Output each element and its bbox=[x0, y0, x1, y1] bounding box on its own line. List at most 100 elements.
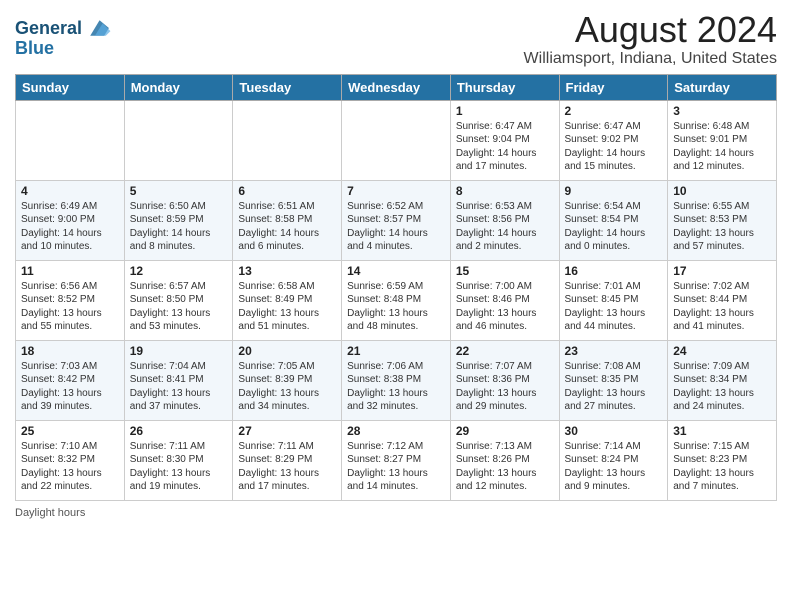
day-number: 21 bbox=[347, 344, 445, 358]
day-number: 7 bbox=[347, 184, 445, 198]
day-info: Sunrise: 6:47 AM Sunset: 9:02 PM Dayligh… bbox=[565, 120, 663, 174]
day-number: 31 bbox=[673, 424, 771, 438]
calendar-cell: 29 Sunrise: 7:13 AM Sunset: 8:26 PM Dayli… bbox=[450, 420, 559, 500]
day-number: 28 bbox=[347, 424, 445, 438]
calendar-cell: 16 Sunrise: 7:01 AM Sunset: 8:45 PM Dayli… bbox=[559, 260, 668, 340]
week-row: 25Sunrise: 7:10 AM Sunset: 8:32 PM Dayli… bbox=[16, 420, 777, 500]
calendar-cell: 9 Sunrise: 6:54 AM Sunset: 8:54 PM Daylig… bbox=[559, 180, 668, 260]
day-number: 23 bbox=[565, 344, 663, 358]
day-number: 11 bbox=[21, 264, 119, 278]
calendar-cell: 31 Sunrise: 7:15 AM Sunset: 8:23 PM Dayli… bbox=[668, 420, 777, 500]
day-number: 14 bbox=[347, 264, 445, 278]
day-info: Sunrise: 6:50 AM Sunset: 8:59 PM Dayligh… bbox=[130, 200, 228, 254]
day-number: 9 bbox=[565, 184, 663, 198]
weekday-header: Friday bbox=[559, 74, 668, 100]
day-info: Sunrise: 6:59 AM Sunset: 8:48 PM Dayligh… bbox=[347, 280, 445, 334]
day-number: 3 bbox=[673, 104, 771, 118]
day-info: Sunrise: 7:01 AM Sunset: 8:45 PM Dayligh… bbox=[565, 280, 663, 334]
day-number: 6 bbox=[238, 184, 336, 198]
day-number: 8 bbox=[456, 184, 554, 198]
weekday-header: Thursday bbox=[450, 74, 559, 100]
calendar-cell: 30 Sunrise: 7:14 AM Sunset: 8:24 PM Dayli… bbox=[559, 420, 668, 500]
day-info: Sunrise: 7:06 AM Sunset: 8:38 PM Dayligh… bbox=[347, 360, 445, 414]
page: General Blue August 2024 Williamsport, I… bbox=[0, 0, 792, 612]
calendar-cell: 13Sunrise: 6:58 AM Sunset: 8:49 PM Dayli… bbox=[233, 260, 342, 340]
day-info: Sunrise: 6:53 AM Sunset: 8:56 PM Dayligh… bbox=[456, 200, 554, 254]
day-info: Sunrise: 7:02 AM Sunset: 8:44 PM Dayligh… bbox=[673, 280, 771, 334]
day-number: 15 bbox=[456, 264, 554, 278]
calendar-cell: 25Sunrise: 7:10 AM Sunset: 8:32 PM Dayli… bbox=[16, 420, 125, 500]
day-info: Sunrise: 6:56 AM Sunset: 8:52 PM Dayligh… bbox=[21, 280, 119, 334]
day-number: 17 bbox=[673, 264, 771, 278]
footer-label: Daylight hours bbox=[15, 507, 85, 519]
main-title: August 2024 bbox=[524, 10, 777, 50]
calendar-cell: 17 Sunrise: 7:02 AM Sunset: 8:44 PM Dayli… bbox=[668, 260, 777, 340]
day-info: Sunrise: 7:08 AM Sunset: 8:35 PM Dayligh… bbox=[565, 360, 663, 414]
calendar-cell: 12 Sunrise: 6:57 AM Sunset: 8:50 PM Dayli… bbox=[124, 260, 233, 340]
day-info: Sunrise: 7:05 AM Sunset: 8:39 PM Dayligh… bbox=[238, 360, 336, 414]
calendar-cell: 2 Sunrise: 6:47 AM Sunset: 9:02 PM Daylig… bbox=[559, 100, 668, 180]
calendar-cell: 24Sunrise: 7:09 AM Sunset: 8:34 PM Dayli… bbox=[668, 340, 777, 420]
day-number: 10 bbox=[673, 184, 771, 198]
day-number: 5 bbox=[130, 184, 228, 198]
calendar-cell: 14 Sunrise: 6:59 AM Sunset: 8:48 PM Dayli… bbox=[342, 260, 451, 340]
weekday-header: Tuesday bbox=[233, 74, 342, 100]
weekday-header: Saturday bbox=[668, 74, 777, 100]
day-info: Sunrise: 6:48 AM Sunset: 9:01 PM Dayligh… bbox=[673, 120, 771, 174]
day-info: Sunrise: 6:49 AM Sunset: 9:00 PM Dayligh… bbox=[21, 200, 119, 254]
day-info: Sunrise: 7:13 AM Sunset: 8:26 PM Dayligh… bbox=[456, 440, 554, 494]
calendar-cell: 27Sunrise: 7:11 AM Sunset: 8:29 PM Dayli… bbox=[233, 420, 342, 500]
day-number: 19 bbox=[130, 344, 228, 358]
calendar: SundayMondayTuesdayWednesdayThursdayFrid… bbox=[15, 74, 777, 501]
day-number: 18 bbox=[21, 344, 119, 358]
calendar-cell: 28 Sunrise: 7:12 AM Sunset: 8:27 PM Dayli… bbox=[342, 420, 451, 500]
day-info: Sunrise: 7:07 AM Sunset: 8:36 PM Dayligh… bbox=[456, 360, 554, 414]
week-row: 1Sunrise: 6:47 AM Sunset: 9:04 PM Daylig… bbox=[16, 100, 777, 180]
day-number: 29 bbox=[456, 424, 554, 438]
day-info: Sunrise: 6:55 AM Sunset: 8:53 PM Dayligh… bbox=[673, 200, 771, 254]
day-number: 27 bbox=[238, 424, 336, 438]
day-number: 26 bbox=[130, 424, 228, 438]
day-info: Sunrise: 7:04 AM Sunset: 8:41 PM Dayligh… bbox=[130, 360, 228, 414]
calendar-cell bbox=[124, 100, 233, 180]
header: General Blue August 2024 Williamsport, I… bbox=[15, 10, 777, 68]
day-number: 30 bbox=[565, 424, 663, 438]
day-info: Sunrise: 6:57 AM Sunset: 8:50 PM Dayligh… bbox=[130, 280, 228, 334]
footer: Daylight hours bbox=[15, 507, 777, 519]
day-info: Sunrise: 6:54 AM Sunset: 8:54 PM Dayligh… bbox=[565, 200, 663, 254]
day-info: Sunrise: 6:51 AM Sunset: 8:58 PM Dayligh… bbox=[238, 200, 336, 254]
calendar-cell bbox=[16, 100, 125, 180]
subtitle: Williamsport, Indiana, United States bbox=[524, 50, 777, 68]
logo-icon bbox=[84, 14, 112, 42]
day-number: 4 bbox=[21, 184, 119, 198]
calendar-cell: 22Sunrise: 7:07 AM Sunset: 8:36 PM Dayli… bbox=[450, 340, 559, 420]
calendar-cell: 3 Sunrise: 6:48 AM Sunset: 9:01 PM Daylig… bbox=[668, 100, 777, 180]
calendar-cell: 26Sunrise: 7:11 AM Sunset: 8:30 PM Dayli… bbox=[124, 420, 233, 500]
day-info: Sunrise: 7:14 AM Sunset: 8:24 PM Dayligh… bbox=[565, 440, 663, 494]
weekday-header-row: SundayMondayTuesdayWednesdayThursdayFrid… bbox=[16, 74, 777, 100]
week-row: 4 Sunrise: 6:49 AM Sunset: 9:00 PM Daylig… bbox=[16, 180, 777, 260]
calendar-cell: 21 Sunrise: 7:06 AM Sunset: 8:38 PM Dayli… bbox=[342, 340, 451, 420]
calendar-cell bbox=[342, 100, 451, 180]
day-number: 16 bbox=[565, 264, 663, 278]
day-number: 2 bbox=[565, 104, 663, 118]
calendar-cell: 4 Sunrise: 6:49 AM Sunset: 9:00 PM Daylig… bbox=[16, 180, 125, 260]
week-row: 18Sunrise: 7:03 AM Sunset: 8:42 PM Dayli… bbox=[16, 340, 777, 420]
day-info: Sunrise: 7:10 AM Sunset: 8:32 PM Dayligh… bbox=[21, 440, 119, 494]
calendar-cell: 20Sunrise: 7:05 AM Sunset: 8:39 PM Dayli… bbox=[233, 340, 342, 420]
day-number: 1 bbox=[456, 104, 554, 118]
calendar-cell: 5 Sunrise: 6:50 AM Sunset: 8:59 PM Daylig… bbox=[124, 180, 233, 260]
calendar-cell: 10 Sunrise: 6:55 AM Sunset: 8:53 PM Dayli… bbox=[668, 180, 777, 260]
calendar-cell: 11 Sunrise: 6:56 AM Sunset: 8:52 PM Dayli… bbox=[16, 260, 125, 340]
calendar-cell: 7Sunrise: 6:52 AM Sunset: 8:57 PM Daylig… bbox=[342, 180, 451, 260]
weekday-header: Sunday bbox=[16, 74, 125, 100]
weekday-header: Wednesday bbox=[342, 74, 451, 100]
weekday-header: Monday bbox=[124, 74, 233, 100]
day-info: Sunrise: 7:12 AM Sunset: 8:27 PM Dayligh… bbox=[347, 440, 445, 494]
day-info: Sunrise: 7:00 AM Sunset: 8:46 PM Dayligh… bbox=[456, 280, 554, 334]
calendar-cell: 15 Sunrise: 7:00 AM Sunset: 8:46 PM Dayli… bbox=[450, 260, 559, 340]
day-number: 12 bbox=[130, 264, 228, 278]
day-info: Sunrise: 7:09 AM Sunset: 8:34 PM Dayligh… bbox=[673, 360, 771, 414]
calendar-cell: 6 Sunrise: 6:51 AM Sunset: 8:58 PM Daylig… bbox=[233, 180, 342, 260]
day-info: Sunrise: 7:15 AM Sunset: 8:23 PM Dayligh… bbox=[673, 440, 771, 494]
